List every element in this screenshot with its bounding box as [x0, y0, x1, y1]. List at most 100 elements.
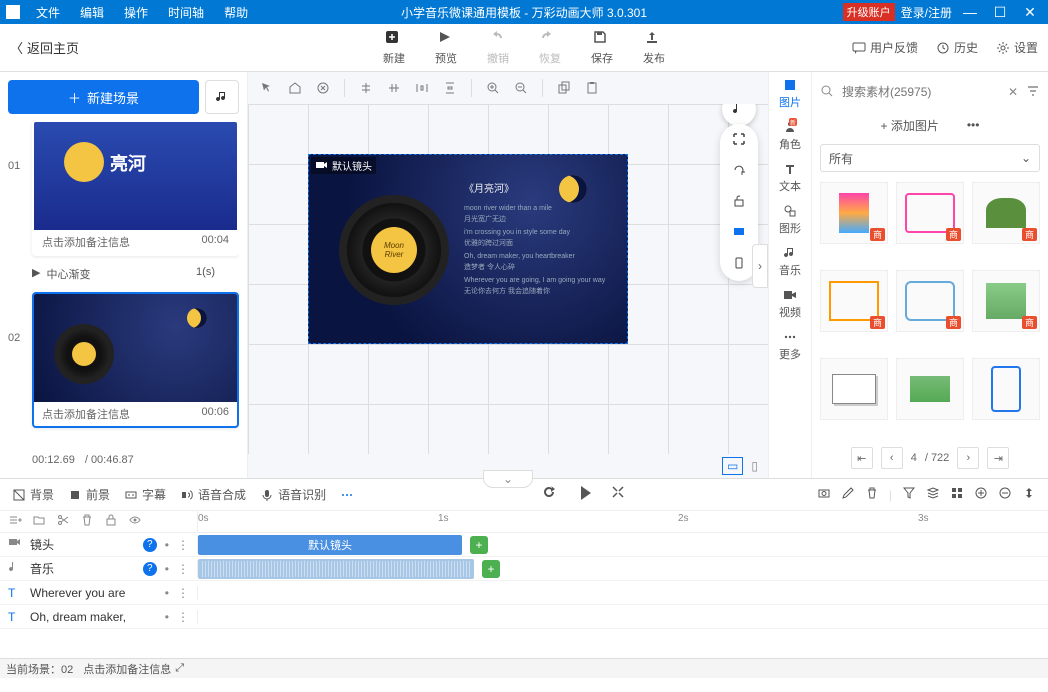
tl-tts-button[interactable]: 语音合成 [180, 486, 246, 503]
tab-more[interactable]: 更多 [779, 330, 801, 362]
add-clip-button[interactable]: + [470, 536, 488, 554]
tl-grid-button[interactable] [950, 486, 964, 503]
add-clip-button[interactable]: + [482, 560, 500, 578]
menu-edit[interactable]: 编辑 [70, 4, 114, 21]
help-icon[interactable]: ? [143, 562, 157, 576]
page-last-button[interactable]: ⇥ [987, 447, 1009, 469]
undo-button[interactable]: 撤销 [487, 30, 509, 66]
menu-help[interactable]: 帮助 [214, 4, 258, 21]
scene-item-01[interactable]: 01 亮河 点击添加备注信息00:04 [8, 120, 239, 256]
tl-bg-button[interactable]: 背景 [12, 486, 54, 503]
minimize-button[interactable]: — [958, 4, 982, 20]
upgrade-button[interactable]: 升级账户 [843, 3, 895, 21]
device-mobile-tool[interactable] [732, 256, 746, 273]
tl-delete-button[interactable] [865, 486, 879, 503]
tab-music[interactable]: 音乐 [779, 246, 801, 278]
tl-edit-button[interactable] [841, 486, 855, 503]
tl-expand-button[interactable] [611, 485, 627, 504]
track-more[interactable]: ⋮ [177, 562, 189, 576]
preview-button[interactable]: 预览 [435, 30, 457, 66]
align-center-v[interactable] [387, 81, 401, 95]
track-toggle[interactable]: • [165, 586, 169, 600]
tl-cut[interactable] [56, 513, 70, 530]
asset-item[interactable]: 商 [820, 182, 888, 244]
new-button[interactable]: 新建 [383, 30, 405, 66]
tl-folder[interactable] [32, 513, 46, 530]
home-tool[interactable] [288, 81, 302, 95]
redo-button[interactable]: 恢复 [539, 30, 561, 66]
audio-clip[interactable] [198, 559, 474, 579]
scene-item-02[interactable]: 02 点击添加备注信息00:06 [8, 292, 239, 428]
align-center-h[interactable] [359, 81, 373, 95]
track-more[interactable]: ⋮ [177, 610, 189, 624]
clear-tool[interactable] [316, 81, 330, 95]
menu-action[interactable]: 操作 [114, 4, 158, 21]
tab-image[interactable]: 图片 [779, 78, 801, 110]
track-more[interactable]: ⋮ [177, 538, 189, 552]
time-ruler[interactable]: 0s 1s 2s 3s [198, 511, 1048, 532]
history-button[interactable]: 历史 [936, 39, 978, 56]
page-prev-button[interactable]: ‹ [881, 447, 903, 469]
tl-zoom-out[interactable] [998, 486, 1012, 503]
tl-fit-button[interactable] [1022, 486, 1036, 503]
tab-role[interactable]: 角色新 [779, 120, 801, 152]
scene-transition[interactable]: ▶中心渐变 1(s) [8, 264, 239, 284]
camera-clip[interactable]: 默认镜头 [198, 535, 462, 555]
asset-item[interactable] [820, 358, 888, 420]
device-desktop-tool[interactable] [732, 225, 746, 242]
zoom-out[interactable] [514, 81, 528, 95]
status-expand-icon[interactable]: ⤢ [175, 662, 184, 675]
status-note[interactable]: 点击添加备注信息 [83, 661, 171, 677]
copy-tool[interactable] [557, 81, 571, 95]
tab-text[interactable]: 文本 [779, 162, 801, 194]
asset-item[interactable]: 商 [972, 182, 1040, 244]
category-select[interactable]: 所有 ⌄ [820, 144, 1040, 172]
back-home-button[interactable]: 〈 返回主页 [10, 38, 79, 57]
zoom-in[interactable] [486, 81, 500, 95]
canvas-selected-object[interactable]: 默认镜头 MoonRiver 《月亮河》 moon river wider th… [308, 154, 628, 344]
track-toggle[interactable]: • [165, 562, 169, 576]
tl-asr-button[interactable]: 语音识别 [260, 486, 326, 503]
select-tool[interactable] [260, 81, 274, 95]
maximize-button[interactable]: ☐ [988, 4, 1012, 21]
tl-replay-button[interactable] [543, 484, 561, 505]
login-button[interactable]: 登录/注册 [901, 4, 952, 21]
asset-item[interactable]: 商 [972, 270, 1040, 332]
tl-fg-button[interactable]: 前景 [68, 486, 110, 503]
canvas-size-toggle[interactable]: ▭ [722, 457, 743, 475]
save-button[interactable]: 保存 [591, 30, 613, 66]
asset-search-input[interactable] [842, 85, 1000, 99]
menu-file[interactable]: 文件 [26, 4, 70, 21]
page-next-button[interactable]: › [957, 447, 979, 469]
scene-sound-button[interactable] [205, 80, 239, 114]
menu-timeline[interactable]: 时间轴 [158, 4, 214, 21]
settings-button[interactable]: 设置 [996, 39, 1038, 56]
tl-trash[interactable] [80, 513, 94, 530]
tl-lock[interactable] [104, 513, 118, 530]
canvas-stage[interactable]: 默认镜头 MoonRiver 《月亮河》 moon river wider th… [248, 104, 768, 454]
tl-more-button[interactable] [340, 488, 354, 502]
rotate-tool[interactable] [732, 163, 746, 180]
tl-visibility[interactable] [128, 513, 142, 530]
tab-video[interactable]: 视频 [779, 288, 801, 320]
close-button[interactable]: ✕ [1018, 4, 1042, 21]
fullscreen-tool[interactable] [732, 132, 746, 149]
canvas-expand-handle[interactable]: ⌄ [483, 470, 533, 488]
scene-note[interactable]: 点击添加备注信息 [42, 406, 130, 422]
lock-tool[interactable] [732, 194, 746, 211]
page-first-button[interactable]: ⇤ [851, 447, 873, 469]
scene-note[interactable]: 点击添加备注信息 [42, 234, 130, 250]
side-expand-handle[interactable]: › [752, 244, 768, 288]
asset-item[interactable]: 商 [820, 270, 888, 332]
asset-more-button[interactable]: ••• [967, 118, 980, 132]
tl-subtitle-button[interactable]: 字幕 [124, 486, 166, 503]
asset-item[interactable] [896, 358, 964, 420]
asset-item[interactable]: 商 [896, 270, 964, 332]
new-scene-button[interactable]: ＋新建场景 [8, 80, 199, 114]
clear-search-button[interactable]: ✕ [1008, 85, 1018, 99]
publish-button[interactable]: 发布 [643, 30, 665, 66]
help-icon[interactable]: ? [143, 538, 157, 552]
feedback-button[interactable]: 用户反馈 [852, 39, 918, 56]
tl-snapshot-button[interactable] [817, 486, 831, 503]
add-image-button[interactable]: + 添加图片 [881, 117, 939, 134]
